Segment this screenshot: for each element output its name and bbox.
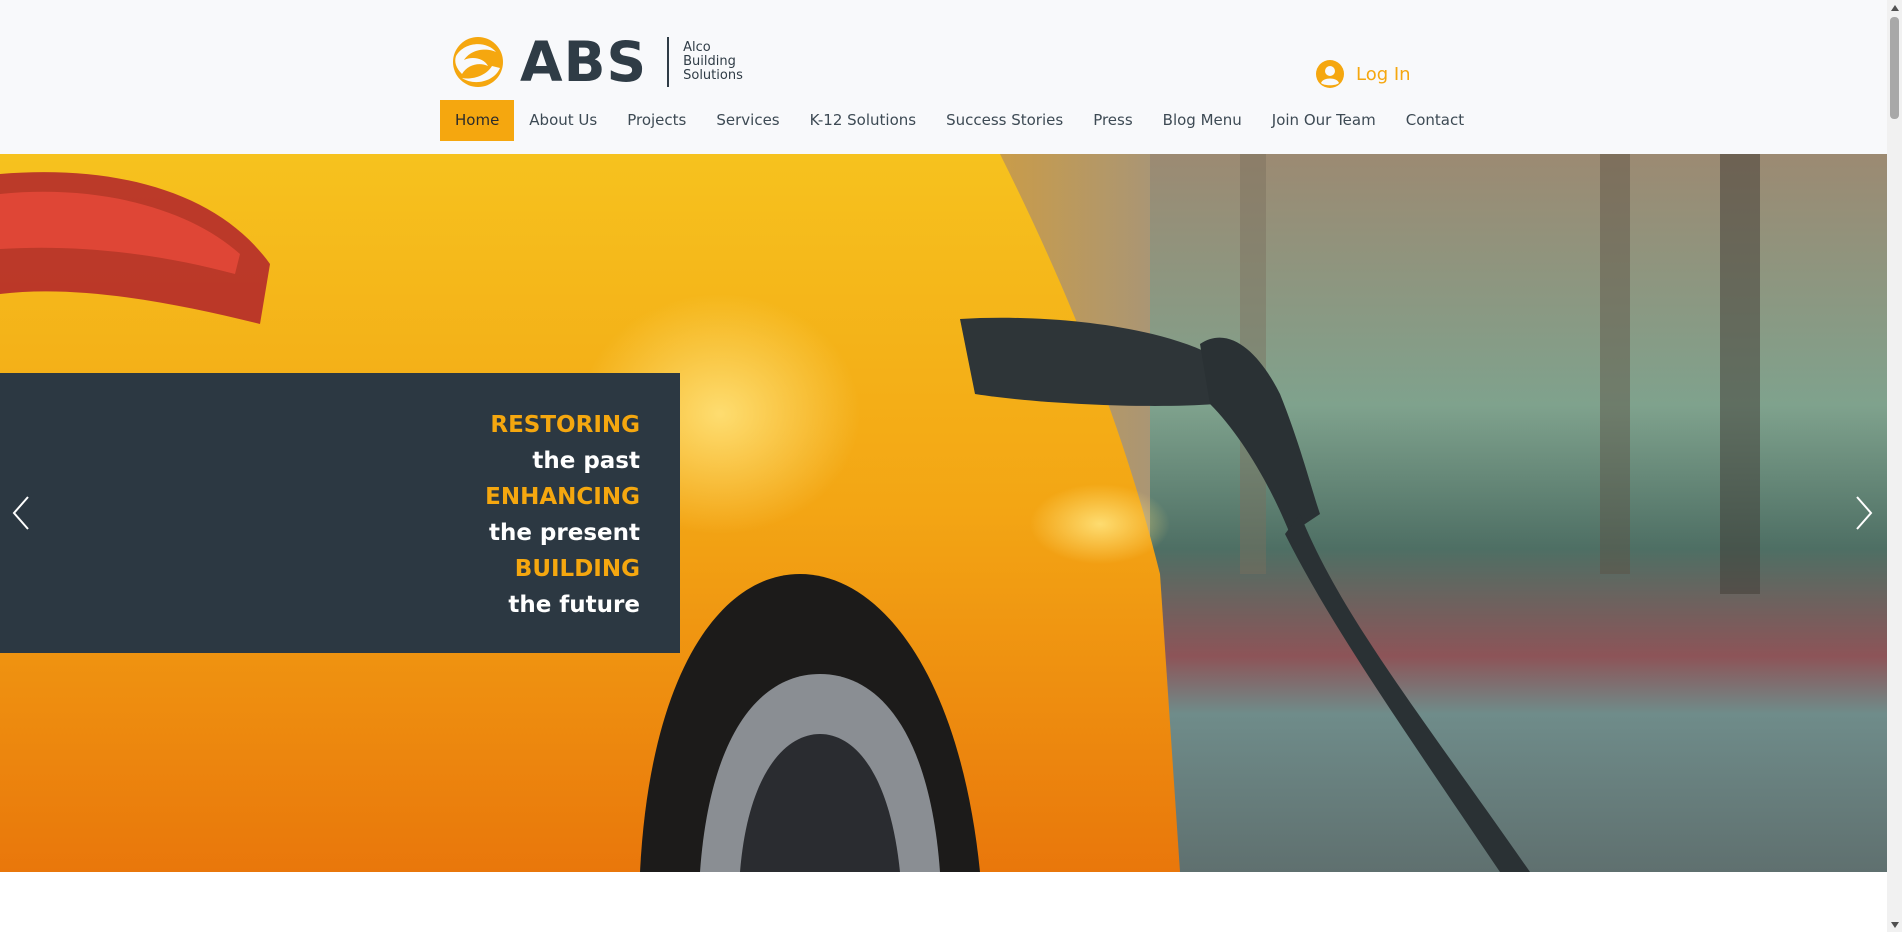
nav-item-projects[interactable]: Projects bbox=[612, 100, 701, 141]
nav-item-blog-menu[interactable]: Blog Menu bbox=[1148, 100, 1257, 141]
user-avatar-icon bbox=[1316, 60, 1344, 88]
site-logo[interactable]: ABS Alco Building Solutions bbox=[450, 34, 743, 90]
nav-item-about-us[interactable]: About Us bbox=[514, 100, 612, 141]
tagline-line: BUILDING bbox=[514, 556, 640, 582]
page-scrollbar[interactable] bbox=[1887, 0, 1902, 932]
nav-item-services[interactable]: Services bbox=[701, 100, 794, 141]
brand-subtitle-line: Solutions bbox=[683, 68, 743, 83]
login-label: Log In bbox=[1356, 63, 1411, 85]
brand-subtitle-line: Building bbox=[683, 54, 736, 69]
logo-divider bbox=[667, 37, 670, 87]
nav-item-press[interactable]: Press bbox=[1078, 100, 1147, 141]
brand-subtitle-line: Alco bbox=[683, 40, 711, 55]
scroll-thumb[interactable] bbox=[1890, 17, 1899, 119]
brand-subtitle: Alco Building Solutions bbox=[683, 41, 743, 83]
nav-item-join-our-team[interactable]: Join Our Team bbox=[1257, 100, 1391, 141]
chevron-left-icon bbox=[12, 496, 29, 530]
hero-tagline: RESTORING the past ENHANCING the present… bbox=[485, 407, 640, 623]
tagline-line: the future bbox=[508, 592, 640, 618]
tagline-line: the present bbox=[488, 520, 640, 546]
nav-item-success-stories[interactable]: Success Stories bbox=[931, 100, 1078, 141]
login-button[interactable]: Log In bbox=[1316, 60, 1411, 88]
brand-swirl-icon bbox=[453, 37, 503, 87]
tagline-line: the past bbox=[532, 448, 640, 474]
tagline-line: RESTORING bbox=[490, 412, 640, 438]
scroll-up-button[interactable] bbox=[1887, 0, 1902, 15]
nav-item-contact[interactable]: Contact bbox=[1391, 100, 1479, 141]
nav-item-k12-solutions[interactable]: K-12 Solutions bbox=[795, 100, 931, 141]
site-header: ABS Alco Building Solutions Log In Home … bbox=[0, 0, 1887, 154]
slideshow-next-button[interactable] bbox=[1851, 493, 1875, 533]
nav-item-home[interactable]: Home bbox=[440, 100, 515, 141]
main-nav: Home About Us Projects Services K-12 Sol… bbox=[440, 100, 1479, 141]
brand-name: ABS bbox=[520, 30, 648, 94]
slideshow-prev-button[interactable] bbox=[10, 493, 34, 533]
chevron-right-icon bbox=[1856, 496, 1873, 530]
tagline-line: ENHANCING bbox=[485, 484, 640, 510]
scroll-down-button[interactable] bbox=[1887, 917, 1902, 932]
triangle-up-icon bbox=[1890, 4, 1899, 11]
hero-text-panel: RESTORING the past ENHANCING the present… bbox=[0, 373, 680, 653]
page: ABS Alco Building Solutions Log In Home … bbox=[0, 0, 1887, 932]
triangle-down-icon bbox=[1890, 921, 1899, 928]
